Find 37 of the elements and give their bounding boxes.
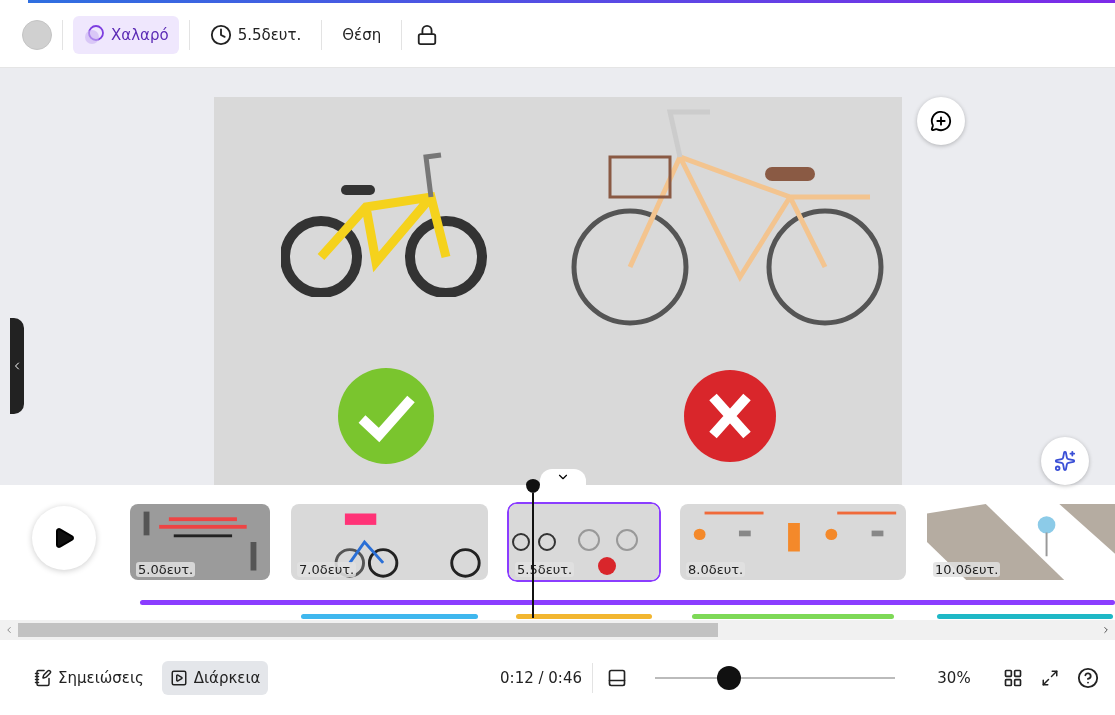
timeline-clip[interactable]: 7.0δευτ. — [289, 502, 490, 582]
scroll-left-icon — [4, 625, 14, 635]
help-icon — [1077, 666, 1099, 689]
check-mark-icon — [336, 367, 435, 465]
horizontal-scrollbar[interactable] — [0, 620, 1115, 640]
duration-button[interactable]: 5.5δευτ. — [199, 16, 312, 54]
clock-icon — [209, 24, 232, 46]
timeline-clip[interactable]: 5.0δευτ. — [128, 502, 272, 582]
animation-icon — [83, 24, 105, 46]
position-button[interactable]: Θέση — [332, 16, 392, 54]
timeline-clip[interactable]: 8.0δευτ. — [678, 502, 908, 582]
comment-plus-icon — [930, 110, 952, 132]
grid-icon — [1003, 667, 1023, 688]
animation-button[interactable]: Χαλαρό — [73, 16, 179, 54]
cross-mark-icon — [682, 369, 777, 463]
zoom-slider-thumb[interactable] — [717, 665, 742, 690]
clip-duration: 5.0δευτ. — [136, 562, 196, 577]
sparkles-icon — [1054, 450, 1076, 472]
color-swatch[interactable] — [22, 20, 52, 50]
clip-duration: 8.0δευτ. — [686, 562, 746, 577]
zoom-percentage: 30% — [936, 668, 972, 687]
add-comment-button[interactable] — [917, 97, 965, 145]
clip-duration: 10.0δευτ. — [933, 562, 1001, 577]
clip-duration: 7.0δευτ. — [297, 562, 357, 577]
notes-icon — [34, 668, 52, 687]
magic-button[interactable] — [1041, 437, 1089, 485]
play-box-icon — [169, 668, 188, 687]
side-panel-handle[interactable] — [10, 318, 24, 414]
timing-button[interactable]: Διάρκεια — [161, 660, 269, 695]
notes-button[interactable]: Σημειώσεις — [26, 660, 152, 695]
scroll-right-icon — [1101, 625, 1111, 635]
expand-icon — [1041, 668, 1059, 687]
panel-icon — [607, 667, 627, 688]
timeline-clip[interactable]: 10.0δευτ. — [925, 502, 1115, 582]
playhead-marker[interactable] — [526, 479, 540, 493]
play-button[interactable] — [32, 505, 96, 570]
playback-time: 0:12 / 0:46 — [500, 668, 582, 687]
